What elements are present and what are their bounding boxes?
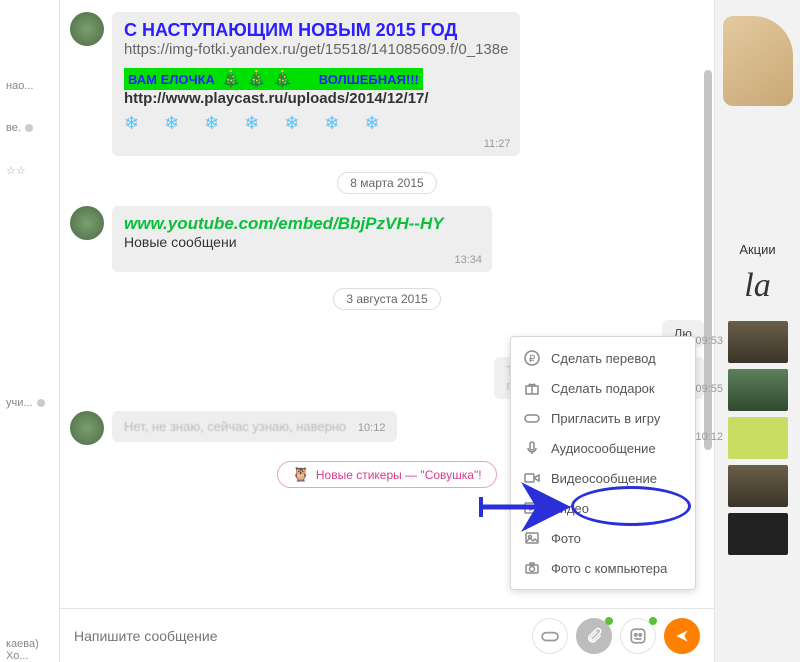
ruble-icon: ₽ bbox=[523, 349, 541, 367]
activity-thumb[interactable]: 09:55 bbox=[728, 369, 788, 411]
thumb-time: 10:12 bbox=[696, 431, 724, 443]
avatar[interactable] bbox=[70, 12, 104, 46]
promo-label: Акции bbox=[739, 242, 775, 257]
message-bubble: Нет, не знаю, сейчас узнаю, наверно 10:1… bbox=[112, 411, 397, 442]
image-icon bbox=[523, 529, 541, 547]
date-label: 3 августа 2015 bbox=[333, 288, 440, 310]
activity-thumb[interactable] bbox=[728, 465, 788, 507]
message-time: 10:12 bbox=[358, 422, 386, 434]
thumbs-list: 09:53 09:55 10:12 bbox=[728, 321, 788, 555]
thumb-time: 09:53 bbox=[696, 335, 724, 347]
sidebar-item[interactable]: нао... bbox=[6, 80, 53, 92]
date-label: 8 марта 2015 bbox=[337, 172, 436, 194]
menu-item-transfer[interactable]: ₽ Сделать перевод bbox=[511, 343, 695, 373]
message-url[interactable]: http://www.playcast.ru/uploads/2014/12/1… bbox=[124, 90, 508, 107]
avatar[interactable] bbox=[70, 411, 104, 445]
tree-icon: 🎄 bbox=[221, 69, 241, 89]
svg-text:₽: ₽ bbox=[529, 354, 536, 365]
menu-label: Видео bbox=[551, 501, 589, 516]
menu-item-photo[interactable]: Фото bbox=[511, 523, 695, 553]
menu-label: Аудиосообщение bbox=[551, 441, 656, 456]
menu-label: Фото с компьютера bbox=[551, 561, 667, 576]
message-bubble: С НАСТУПАЮЩИМ НОВЫМ 2015 ГОД https://img… bbox=[112, 12, 520, 156]
sidebar: нао... ве. ☆☆ учи... каева) Хо... bbox=[0, 0, 60, 662]
activity-thumb[interactable]: 09:53 bbox=[728, 321, 788, 363]
status-dot-icon bbox=[37, 399, 45, 407]
mic-icon bbox=[523, 439, 541, 457]
gamepad-icon bbox=[523, 409, 541, 427]
sidebar-item-label: ве. bbox=[6, 122, 21, 134]
sidebar-item[interactable]: учи... bbox=[6, 397, 53, 409]
videocam-icon bbox=[523, 469, 541, 487]
ad-image[interactable] bbox=[723, 16, 793, 106]
activity-thumb[interactable] bbox=[728, 513, 788, 555]
menu-item-photo-upload[interactable]: Фото с компьютера bbox=[511, 553, 695, 583]
tree-icon: 🎄 bbox=[247, 69, 267, 89]
message-bubble: www.youtube.com/embed/BbjPzVH--HY Новые … bbox=[112, 206, 492, 272]
message-input[interactable] bbox=[74, 628, 524, 644]
notification-dot-icon bbox=[605, 617, 613, 625]
sidebar-item[interactable]: каева) Хо... bbox=[6, 638, 53, 662]
menu-label: Сделать перевод bbox=[551, 351, 656, 366]
snowflake-row: ❄ ❄ ❄ ❄ ❄ ❄ ❄ bbox=[124, 113, 508, 134]
menu-label: Фото bbox=[551, 531, 581, 546]
sidebar-item[interactable]: ве. bbox=[6, 122, 53, 134]
message-text: Нет, не знаю, сейчас узнаю, наверно bbox=[124, 419, 346, 434]
send-button[interactable] bbox=[664, 618, 700, 654]
sidebar-item-label: учи... bbox=[6, 397, 33, 409]
activity-thumb[interactable]: 10:12 bbox=[728, 417, 788, 459]
menu-item-invite-game[interactable]: Пригласить в игру bbox=[511, 403, 695, 433]
menu-label: Сделать подарок bbox=[551, 381, 655, 396]
menu-label: Пригласить в игру bbox=[551, 411, 660, 426]
message-time: 11:27 bbox=[484, 138, 511, 150]
chat-panel: С НАСТУПАЮЩИМ НОВЫМ 2015 ГОД https://img… bbox=[60, 0, 714, 662]
message-time: 13:34 bbox=[454, 254, 482, 266]
avatar[interactable] bbox=[70, 206, 104, 240]
sidebar-item-label: нао... bbox=[6, 80, 33, 92]
attach-menu: ₽ Сделать перевод Сделать подарок Пригла… bbox=[510, 336, 696, 590]
menu-label: Видеосообщение bbox=[551, 471, 657, 486]
menu-item-videomsg[interactable]: Видеосообщение bbox=[511, 463, 695, 493]
message-title: С НАСТУПАЮЩИМ НОВЫМ 2015 ГОД bbox=[124, 20, 508, 41]
stickers-label: Новые стикеры — "Совушка"! bbox=[316, 468, 482, 482]
menu-item-gift[interactable]: Сделать подарок bbox=[511, 373, 695, 403]
message-url[interactable]: https://img-fotki.yandex.ru/get/15518/14… bbox=[124, 41, 508, 58]
brand-logo[interactable]: la bbox=[744, 267, 770, 305]
owl-icon: 🦉 bbox=[292, 466, 309, 483]
sidebar-item-label: каева) Хо... bbox=[6, 638, 39, 662]
gift-icon bbox=[523, 379, 541, 397]
status-dot-icon bbox=[25, 124, 33, 132]
attach-button[interactable] bbox=[576, 618, 612, 654]
video-icon bbox=[523, 499, 541, 517]
notification-dot-icon bbox=[649, 617, 657, 625]
sidebar-item[interactable]: ☆☆ bbox=[6, 164, 53, 177]
stars-icon: ☆☆ bbox=[6, 164, 26, 177]
menu-item-video[interactable]: Видео bbox=[511, 493, 695, 523]
date-separator: 3 августа 2015 bbox=[70, 288, 704, 310]
highlighted-text: ВАМ ЕЛОЧКА 🎄 🎄 🎄 ВОЛШЕБНАЯ!!! bbox=[124, 68, 423, 90]
right-panel: Акции la 09:53 09:55 10:12 bbox=[714, 0, 800, 662]
youtube-link[interactable]: www.youtube.com/embed/BbjPzVH--HY bbox=[124, 214, 480, 234]
message-text: Новые сообщени bbox=[124, 234, 480, 250]
composer bbox=[60, 608, 714, 662]
date-separator: 8 марта 2015 bbox=[70, 172, 704, 194]
tree-icon: 🎄 bbox=[273, 69, 293, 89]
camera-icon bbox=[523, 559, 541, 577]
sticker-button[interactable] bbox=[620, 618, 656, 654]
game-button[interactable] bbox=[532, 618, 568, 654]
menu-item-audio[interactable]: Аудиосообщение bbox=[511, 433, 695, 463]
thumb-time: 09:55 bbox=[696, 383, 724, 395]
